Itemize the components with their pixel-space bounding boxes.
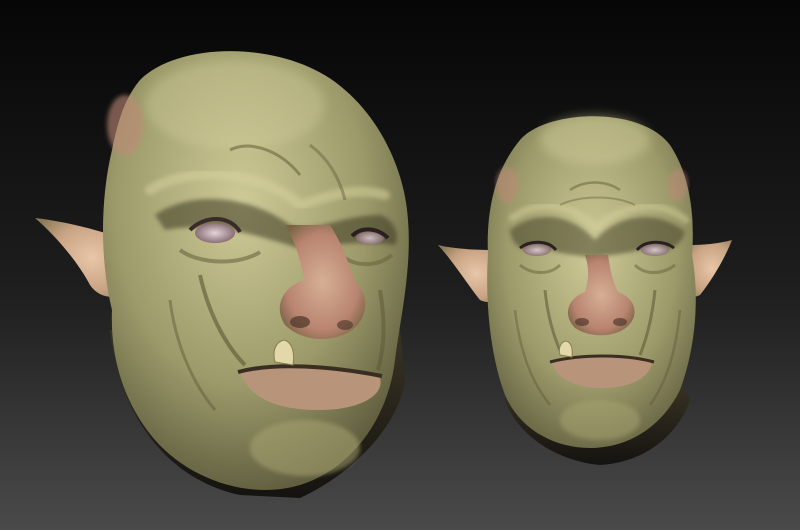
temple-blush [668, 169, 688, 201]
cranium-highlight [540, 115, 650, 165]
chin [250, 420, 360, 476]
render-canvas [0, 0, 800, 530]
temple-blush [496, 167, 518, 203]
cranium-highlight [145, 60, 325, 150]
right-nostril [613, 318, 627, 326]
tusk [558, 340, 573, 358]
chin [560, 400, 640, 440]
left-nostril [575, 318, 589, 326]
temple-blush [107, 95, 143, 155]
left-nostril [290, 316, 310, 328]
right-nostril [337, 320, 353, 330]
left-eye [195, 223, 235, 243]
left-eye [523, 244, 551, 256]
sculpt-viewport [0, 0, 800, 530]
right-eye [641, 244, 669, 256]
